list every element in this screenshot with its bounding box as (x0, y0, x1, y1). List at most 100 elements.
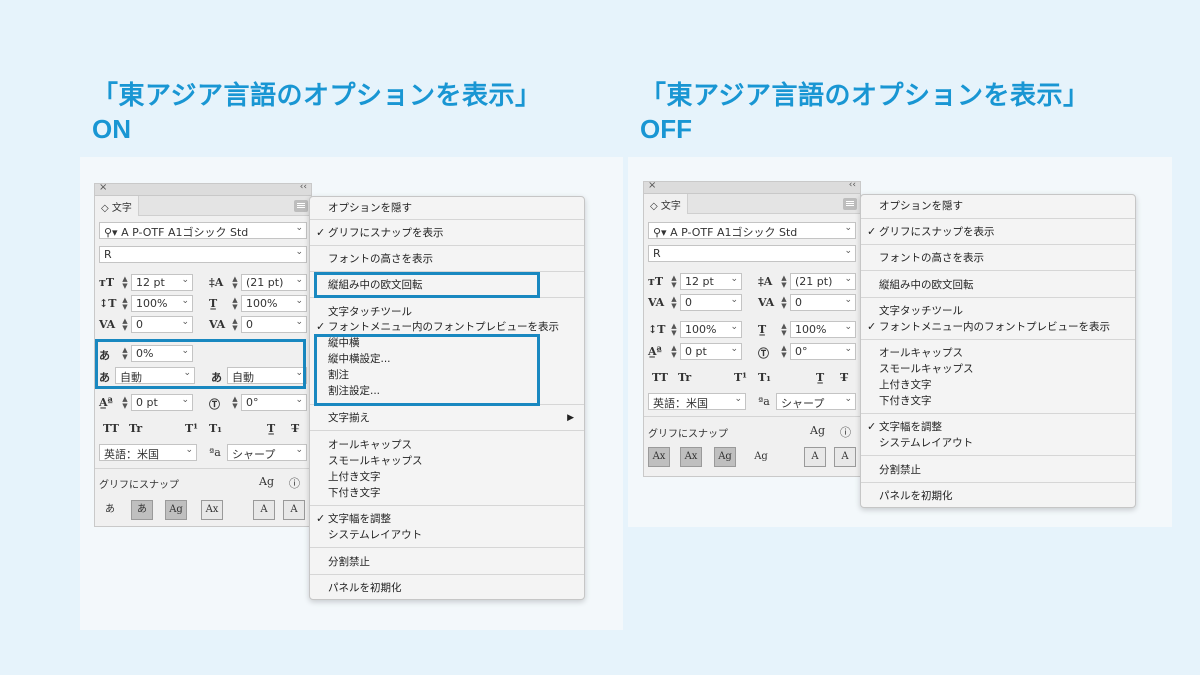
all-caps-icon[interactable]: TT (652, 371, 668, 384)
stepper-icon[interactable]: ▲ ▼ (779, 322, 789, 339)
subscript-icon[interactable]: T₁ (758, 371, 771, 384)
menu-item-font-preview[interactable]: ✓ フォントメニュー内のフォントプレビューを表示 (310, 319, 584, 335)
all-caps-icon[interactable]: TT (103, 422, 119, 435)
snap-anchor-button[interactable]: A (834, 447, 856, 467)
menu-item-subscript[interactable]: 下付き文字 (861, 393, 1135, 409)
menu-item-character-align[interactable]: 文字揃え ▶ (310, 410, 584, 426)
strikethrough-icon[interactable]: T̶ (291, 422, 299, 435)
font-family-field[interactable]: ⚲▾ A P-OTF A1ゴシック Std ⌄ (648, 222, 856, 239)
close-icon[interactable]: × (99, 182, 107, 193)
vertical-scale-field[interactable]: 100% ⌄ (680, 321, 742, 338)
menu-item-font-preview[interactable]: ✓ フォントメニュー内のフォントプレビューを表示 (861, 319, 1135, 335)
stepper-icon[interactable]: ▲ ▼ (120, 296, 130, 313)
menu-item-show-snap-to-glyph[interactable]: ✓ グリフにスナップを表示 (861, 224, 1135, 240)
stepper-icon[interactable]: ▲ ▼ (120, 317, 130, 334)
panel-menu-icon[interactable] (294, 200, 308, 212)
menu-item-all-caps[interactable]: オールキャップス (861, 345, 1135, 361)
menu-item-fractional-widths[interactable]: ✓ 文字幅を調整 (861, 419, 1135, 435)
vertical-scale-field[interactable]: 100% ⌄ (131, 295, 193, 312)
superscript-icon[interactable]: T¹ (185, 422, 198, 435)
rotation-field[interactable]: 0° ⌄ (241, 394, 307, 411)
menu-item-superscript[interactable]: 上付き文字 (861, 377, 1135, 393)
snap-baseline-button[interactable]: Ax (648, 447, 670, 467)
strikethrough-icon[interactable]: T̶ (840, 371, 848, 384)
font-size-field[interactable]: 12 pt ⌄ (131, 274, 193, 291)
collapse-icon[interactable]: ‹‹ (300, 182, 307, 192)
menu-item-fractional-widths[interactable]: ✓ 文字幅を調整 (310, 511, 584, 527)
stepper-icon[interactable]: ▲ ▼ (230, 296, 240, 313)
stepper-icon[interactable]: ▲ ▼ (120, 275, 130, 292)
stepper-icon[interactable]: ▲ ▼ (779, 295, 789, 312)
kerning-field[interactable]: 0 ⌄ (680, 294, 742, 311)
snap-proximity-button[interactable]: A (283, 500, 305, 520)
collapse-icon[interactable]: ‹‹ (849, 180, 856, 190)
snap-proximity-guide-button[interactable]: Ag (750, 447, 772, 467)
menu-item-reset-panel[interactable]: パネルを初期化 (310, 580, 584, 596)
underline-icon[interactable]: T̲ (267, 422, 275, 435)
small-caps-icon[interactable]: Tr (129, 422, 142, 435)
language-select[interactable]: 英語：米国 ⌄ (648, 393, 746, 410)
rotation-field[interactable]: 0° ⌄ (790, 343, 856, 360)
language-select[interactable]: 英語：米国 ⌄ (99, 444, 197, 461)
menu-item-show-snap-to-glyph[interactable]: ✓ グリフにスナップを表示 (310, 225, 584, 241)
antialias-select[interactable]: シャープ ⌄ (776, 393, 856, 410)
snap-glyph-bounds-button[interactable]: Ag (165, 500, 187, 520)
snap-baseline-button[interactable]: あ (99, 500, 121, 520)
info-icon[interactable]: ⓘ (840, 424, 851, 440)
menu-item-subscript[interactable]: 下付き文字 (310, 485, 584, 501)
tracking-field[interactable]: 0 ⌄ (790, 294, 856, 311)
baseline-shift-field[interactable]: 0 pt ⌄ (680, 343, 742, 360)
subscript-icon[interactable]: T₁ (209, 422, 222, 435)
close-icon[interactable]: × (648, 180, 656, 191)
snap-angular-button[interactable]: A (253, 500, 275, 520)
glyph-bounds-icon[interactable]: Ag (259, 475, 274, 488)
menu-item-hide-options[interactable]: オプションを隠す (861, 198, 1135, 214)
stepper-icon[interactable]: ▲ ▼ (669, 295, 679, 312)
stepper-icon[interactable]: ▲ ▼ (669, 322, 679, 339)
stepper-icon[interactable]: ▲ ▼ (230, 395, 240, 412)
tracking-field[interactable]: 0 ⌄ (241, 316, 307, 333)
font-family-field[interactable]: ⚲▾ A P-OTF A1ゴシック Std ⌄ (99, 222, 307, 239)
font-size-field[interactable]: 12 pt ⌄ (680, 273, 742, 290)
snap-glyph-bounds-button[interactable]: Ag (714, 447, 736, 467)
stepper-icon[interactable]: ▲ ▼ (779, 344, 789, 361)
baseline-shift-field[interactable]: 0 pt ⌄ (131, 394, 193, 411)
menu-item-all-caps[interactable]: オールキャップス (310, 437, 584, 453)
stepper-icon[interactable]: ▲ ▼ (230, 275, 240, 292)
stepper-icon[interactable]: ▲ ▼ (669, 344, 679, 361)
font-style-field[interactable]: R ⌄ (648, 245, 856, 262)
snap-embox-button[interactable]: あ (131, 500, 153, 520)
antialias-select[interactable]: シャープ ⌄ (227, 444, 307, 461)
small-caps-icon[interactable]: Tr (678, 371, 691, 384)
menu-item-superscript[interactable]: 上付き文字 (310, 469, 584, 485)
stepper-icon[interactable]: ▲ ▼ (779, 274, 789, 291)
snap-x-height-button[interactable]: Ax (680, 447, 702, 467)
menu-item-system-layout[interactable]: システムレイアウト (310, 527, 584, 543)
horizontal-scale-field[interactable]: 100% ⌄ (241, 295, 307, 312)
menu-item-system-layout[interactable]: システムレイアウト (861, 435, 1135, 451)
snap-angular-button[interactable]: A (804, 447, 826, 467)
menu-item-reset-panel[interactable]: パネルを初期化 (861, 488, 1135, 504)
tab-character[interactable]: ◇ 文字 (644, 194, 688, 214)
menu-item-show-font-height[interactable]: フォントの高さを表示 (861, 250, 1135, 266)
underline-icon[interactable]: T̲ (816, 371, 824, 384)
stepper-icon[interactable]: ▲ ▼ (120, 395, 130, 412)
horizontal-scale-field[interactable]: 100% ⌄ (790, 321, 856, 338)
leading-field[interactable]: (21 pt) ⌄ (241, 274, 307, 291)
kerning-field[interactable]: 0 ⌄ (131, 316, 193, 333)
info-icon[interactable]: ⓘ (289, 475, 300, 491)
menu-item-small-caps[interactable]: スモールキャップス (861, 361, 1135, 377)
menu-item-no-break[interactable]: 分割禁止 (310, 554, 584, 570)
font-style-field[interactable]: R ⌄ (99, 246, 307, 263)
panel-menu-icon[interactable] (843, 198, 857, 210)
menu-item-touch-type-tool[interactable]: 文字タッチツール (310, 304, 584, 320)
menu-item-small-caps[interactable]: スモールキャップス (310, 453, 584, 469)
superscript-icon[interactable]: T¹ (734, 371, 747, 384)
stepper-icon[interactable]: ▲ ▼ (669, 274, 679, 291)
glyph-bounds-icon[interactable]: Ag (810, 424, 825, 437)
menu-item-touch-type-tool[interactable]: 文字タッチツール (861, 303, 1135, 319)
menu-item-rotate-roman-in-vertical[interactable]: 縦組み中の欧文回転 (861, 277, 1135, 293)
leading-field[interactable]: (21 pt) ⌄ (790, 273, 856, 290)
stepper-icon[interactable]: ▲ ▼ (230, 317, 240, 334)
tab-character[interactable]: ◇ 文字 (95, 196, 139, 216)
